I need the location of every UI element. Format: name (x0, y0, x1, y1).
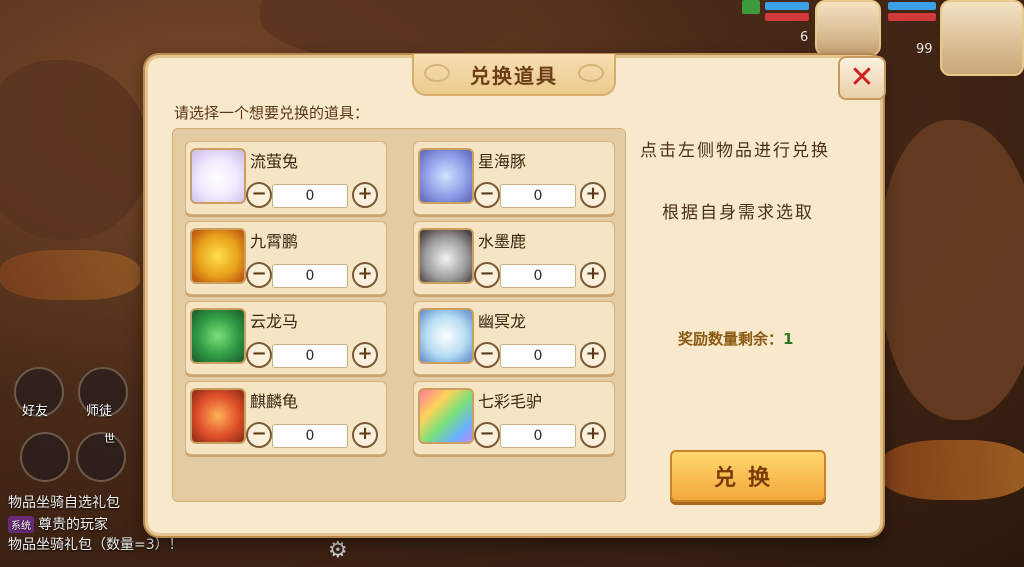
quantity-field[interactable]: 0 (500, 424, 576, 448)
background-lava (0, 250, 140, 300)
hint-choose: 根据自身需求选取 (662, 203, 814, 223)
item-card[interactable]: 水墨鹿 − 0 + (413, 221, 615, 295)
hud-hp-bar (888, 2, 936, 10)
chat-line: 系统 尊贵的玩家 (8, 514, 108, 534)
ink-deer-icon (418, 228, 474, 284)
item-name: 麒麟龟 (250, 392, 299, 411)
background-rock (260, 0, 520, 60)
remaining-rewards: 奖励数量剩余：1 (678, 328, 793, 349)
rainbow-donkey-icon (418, 388, 474, 444)
dialog-title-tab: 兑换道具 (412, 54, 616, 96)
green-status-icon (742, 0, 760, 14)
ghost-dragon-icon (418, 308, 474, 364)
green-dragon-horse-icon (190, 308, 246, 364)
item-card[interactable]: 流萤兔 − 0 + (185, 141, 387, 215)
swirl-ornament-icon (578, 64, 604, 82)
item-card[interactable]: 星海豚 − 0 + (413, 141, 615, 215)
quantity-field[interactable]: 0 (272, 264, 348, 288)
dialog-title: 兑换道具 (470, 63, 558, 88)
plus-button[interactable]: + (580, 422, 606, 448)
phoenix-icon (190, 228, 246, 284)
quantity-field[interactable]: 0 (272, 344, 348, 368)
background-lava (880, 440, 1024, 500)
world-channel-label: 世 (104, 432, 115, 445)
item-name: 水墨鹿 (478, 232, 527, 251)
player-level: 99 (916, 42, 933, 57)
mentor-label: 师徒 (86, 404, 113, 419)
minus-button[interactable]: − (474, 342, 500, 368)
plus-button[interactable]: + (580, 182, 606, 208)
white-rabbit-icon (190, 148, 246, 204)
item-card[interactable]: 麒麟龟 − 0 + (185, 381, 387, 455)
background-rock (0, 60, 150, 240)
hud-mp-bar (765, 13, 809, 21)
item-card[interactable]: 七彩毛驴 − 0 + (413, 381, 615, 455)
item-name: 星海豚 (478, 152, 527, 171)
item-card[interactable]: 幽冥龙 − 0 + (413, 301, 615, 375)
item-list-panel: 流萤兔 − 0 + 星海豚 − 0 + 九霄鹏 − 0 + 水墨鹿 − 0 + (172, 128, 626, 502)
close-button[interactable]: ✕ (838, 56, 886, 100)
item-name: 云龙马 (250, 312, 299, 331)
minus-button[interactable]: − (246, 262, 272, 288)
dolphin-icon (418, 148, 474, 204)
plus-button[interactable]: + (352, 342, 378, 368)
item-name: 幽冥龙 (478, 312, 527, 331)
minus-button[interactable]: − (474, 262, 500, 288)
minus-button[interactable]: − (246, 182, 272, 208)
background-rock (880, 120, 1024, 420)
minus-button[interactable]: − (474, 422, 500, 448)
pet-level: 6 (800, 30, 809, 45)
plus-button[interactable]: + (352, 262, 378, 288)
item-name: 九霄鹏 (250, 232, 299, 251)
minus-button[interactable]: − (246, 422, 272, 448)
remaining-label: 奖励数量剩余： (678, 330, 784, 348)
select-prompt: 请选择一个想要兑换的道具： (174, 104, 370, 122)
item-name: 流萤兔 (250, 152, 299, 171)
qilin-turtle-icon (190, 388, 246, 444)
gear-icon[interactable]: ⚙ (328, 538, 348, 563)
remaining-count: 1 (783, 330, 794, 348)
quantity-field[interactable]: 0 (500, 184, 576, 208)
close-icon: ✕ (849, 60, 875, 95)
quantity-field[interactable]: 0 (272, 424, 348, 448)
hint-click-item: 点击左侧物品进行兑换 (640, 141, 830, 161)
item-card[interactable]: 九霄鹏 − 0 + (185, 221, 387, 295)
player-portrait[interactable] (940, 0, 1024, 76)
plus-button[interactable]: + (580, 342, 606, 368)
item-card[interactable]: 云龙马 − 0 + (185, 301, 387, 375)
chat-line: 物品坐骑自选礼包 (8, 495, 120, 511)
swirl-ornament-icon (424, 64, 450, 82)
friends-label: 好友 (22, 404, 49, 419)
plus-button[interactable]: + (352, 422, 378, 448)
exchange-button[interactable]: 兑换 (670, 450, 826, 502)
quantity-field[interactable]: 0 (500, 344, 576, 368)
minus-button[interactable]: − (246, 342, 272, 368)
hud-mp-bar (888, 13, 936, 21)
item-name: 七彩毛驴 (478, 392, 543, 411)
plus-button[interactable]: + (352, 182, 378, 208)
quantity-field[interactable]: 0 (500, 264, 576, 288)
exchange-dialog: 兑换道具 ✕ 请选择一个想要兑换的道具： 流萤兔 − 0 + 星海豚 − 0 +… (145, 54, 886, 536)
chat-bubble-icon[interactable] (20, 432, 70, 482)
minus-button[interactable]: − (474, 182, 500, 208)
plus-button[interactable]: + (580, 262, 606, 288)
system-tag: 系统 (8, 516, 34, 533)
chat-line: 物品坐骑礼包（数量=3）！ (8, 537, 183, 553)
quantity-field[interactable]: 0 (272, 184, 348, 208)
hud-hp-bar (765, 2, 809, 10)
pet-portrait[interactable] (815, 0, 881, 56)
chat-text: 尊贵的玩家 (38, 517, 108, 533)
microphone-icon[interactable] (76, 432, 126, 482)
